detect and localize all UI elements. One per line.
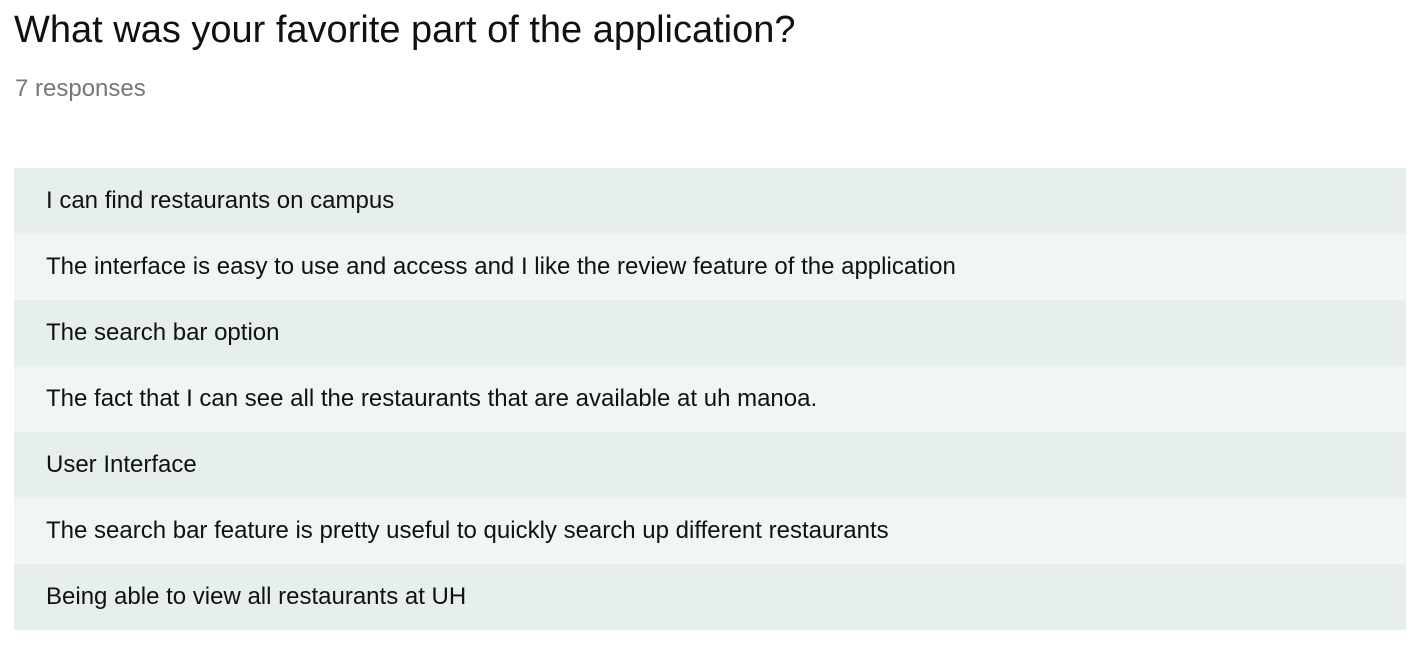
response-item: The search bar option — [14, 300, 1406, 366]
response-item: I can find restaurants on campus — [14, 168, 1406, 234]
response-item: User Interface — [14, 432, 1406, 498]
response-item: The fact that I can see all the restaura… — [14, 366, 1406, 432]
response-count: 7 responses — [15, 75, 146, 102]
response-item: The search bar feature is pretty useful … — [14, 498, 1406, 564]
question-title: What was your favorite part of the appli… — [14, 9, 796, 51]
response-item: Being able to view all restaurants at UH — [14, 564, 1406, 630]
response-list: I can find restaurants on campus The int… — [14, 168, 1406, 630]
response-item: The interface is easy to use and access … — [14, 234, 1406, 300]
